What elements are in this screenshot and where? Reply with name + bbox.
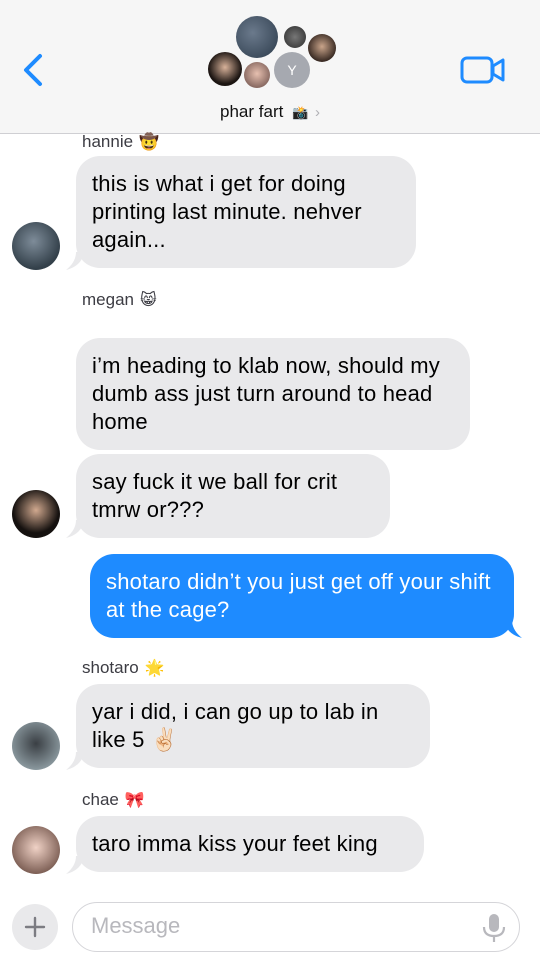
sender-avatar[interactable]	[12, 722, 60, 770]
sender-name-text: hannie	[82, 132, 134, 151]
group-name-text: phar fart	[220, 102, 284, 121]
sender-avatar[interactable]	[12, 826, 60, 874]
bubble-tail	[66, 252, 84, 270]
camera-emoji: 📸	[292, 105, 309, 120]
message-text: yar i did, i can go up to lab in like 5 …	[92, 699, 379, 752]
member-avatar	[236, 16, 278, 58]
message-text: i’m heading to klab now, should my dumb …	[92, 353, 440, 434]
sender-name-text: shotaro	[82, 658, 139, 677]
bubble-tail	[66, 856, 84, 874]
sender-name-text: megan	[82, 290, 134, 309]
add-attachment-button[interactable]	[12, 904, 58, 950]
member-avatar	[208, 52, 242, 86]
message-input[interactable]	[91, 903, 471, 949]
bubble-tail	[66, 520, 84, 538]
outgoing-message-bubble[interactable]: shotaro didn’t you just get off your shi…	[90, 554, 514, 638]
bubble-tail	[504, 620, 522, 638]
message-composer[interactable]	[72, 902, 520, 952]
incoming-message-bubble[interactable]: i’m heading to klab now, should my dumb …	[76, 338, 470, 450]
sender-emoji: 🌟	[144, 660, 165, 677]
sender-avatar[interactable]	[12, 222, 60, 270]
member-avatar	[308, 34, 336, 62]
group-name[interactable]: phar fart 📸 ›	[0, 102, 540, 122]
sender-name: hannie 🤠	[82, 132, 159, 152]
microphone-icon[interactable]	[481, 913, 507, 943]
conversation-header: Y phar fart 📸 ›	[0, 0, 540, 134]
incoming-message-bubble[interactable]: say fuck it we ball for crit tmrw or???	[76, 454, 390, 538]
sender-name: chae 🎀	[82, 790, 145, 810]
back-chevron-icon[interactable]	[18, 50, 48, 90]
video-call-icon[interactable]	[460, 54, 506, 86]
member-avatar	[284, 26, 306, 48]
chevron-right-icon: ›	[314, 104, 320, 121]
message-text: taro imma kiss your feet king	[92, 831, 378, 856]
sender-emoji: 🤠	[139, 134, 159, 151]
plus-icon	[24, 916, 46, 938]
sender-name: megan 😸	[82, 290, 157, 310]
sender-name: shotaro 🌟	[82, 658, 165, 678]
sender-emoji: 😸	[139, 292, 157, 309]
sender-avatar[interactable]	[12, 490, 60, 538]
bubble-tail	[66, 752, 84, 770]
group-avatar-cluster[interactable]: Y	[200, 12, 340, 92]
sender-emoji: 🎀	[124, 792, 145, 809]
incoming-message-bubble[interactable]: yar i did, i can go up to lab in like 5 …	[76, 684, 430, 768]
message-text: say fuck it we ball for crit tmrw or???	[92, 469, 338, 522]
member-avatar	[244, 62, 270, 88]
incoming-message-bubble[interactable]: this is what i get for doing printing la…	[76, 156, 416, 268]
message-text: shotaro didn’t you just get off your shi…	[106, 569, 491, 622]
message-text: this is what i get for doing printing la…	[92, 171, 362, 252]
member-initial-avatar: Y	[274, 52, 310, 88]
sender-name-text: chae	[82, 790, 119, 809]
incoming-message-bubble[interactable]: taro imma kiss your feet king	[76, 816, 424, 872]
